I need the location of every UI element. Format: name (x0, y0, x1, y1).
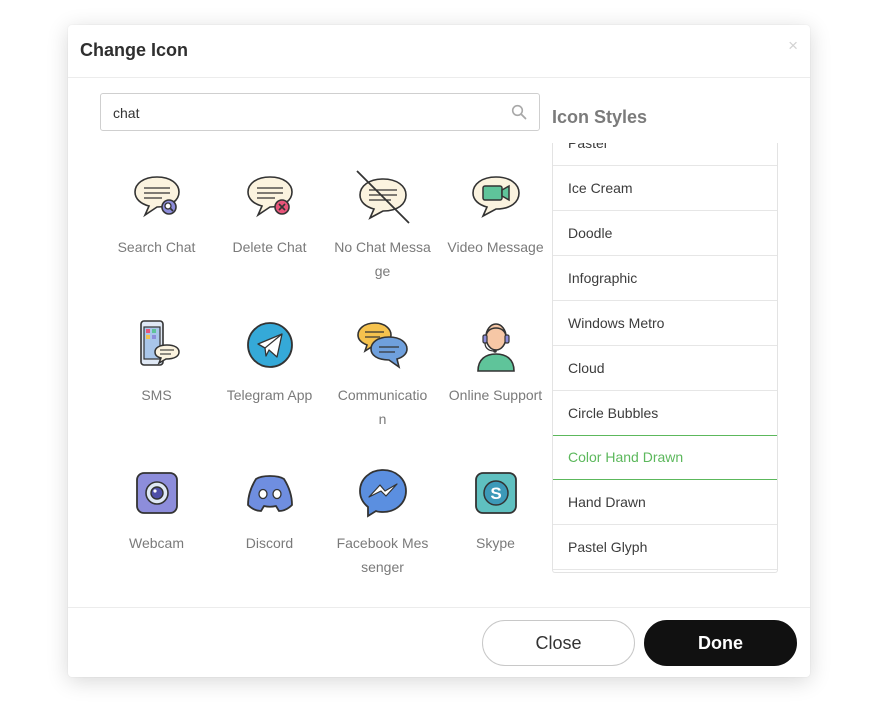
video-message-icon (471, 176, 520, 218)
icon-label: Online Support (448, 387, 543, 403)
icon-label: SMS (141, 387, 172, 403)
icon-styles-title: Icon Styles (552, 107, 648, 127)
style-item-pastel[interactable]: Pastel (553, 143, 777, 166)
icon-result-skype[interactable]: S Skype (439, 459, 552, 607)
style-item-doodle[interactable]: Doodle (553, 211, 777, 256)
icon-result-discord[interactable]: Discord (213, 459, 326, 607)
delete-chat-icon (246, 176, 293, 218)
icon-result-search-chat[interactable]: Search Chat (100, 163, 213, 311)
icon-label: Telegram App (226, 387, 313, 403)
icon-label: No Chat Message (334, 239, 431, 279)
sms-icon (139, 320, 180, 366)
icon-results-grid: Search Chat Delete Chat No Chat Message … (100, 163, 552, 607)
icon-label: Search Chat (117, 239, 196, 255)
icon-result-video-message[interactable]: Video Message (439, 163, 552, 311)
icon-result-telegram-app[interactable]: Telegram App (213, 311, 326, 459)
style-item-color-hand-drawn[interactable]: Color Hand Drawn (553, 435, 777, 480)
no-chat-message-icon (355, 170, 410, 224)
icon-label: Communication (337, 387, 428, 427)
close-icon[interactable]: × (788, 36, 798, 56)
change-icon-dialog: Change Icon × Search Chat (68, 25, 810, 677)
icon-result-sms[interactable]: SMS (100, 311, 213, 459)
icon-result-delete-chat[interactable]: Delete Chat (213, 163, 326, 311)
icon-label: Skype (476, 535, 515, 551)
webcam-icon (135, 472, 178, 514)
icon-styles-scroll-content: Pastel Ice Cream Doodle Infographic Wind… (553, 143, 777, 570)
svg-text:S: S (490, 484, 501, 503)
search-icon[interactable] (511, 104, 527, 120)
dialog-title: Change Icon (80, 40, 189, 60)
dialog-footer: Close Done (68, 607, 810, 678)
style-item-pastel-glyph[interactable]: Pastel Glyph (553, 525, 777, 570)
search-input[interactable] (113, 103, 493, 123)
icon-result-no-chat-message[interactable]: No Chat Message (326, 163, 439, 311)
icon-label: Discord (245, 535, 294, 551)
done-button[interactable]: Done (644, 620, 797, 666)
icon-label: Facebook Messenger (336, 535, 429, 575)
icon-label: Video Message (447, 239, 544, 255)
icon-result-facebook-messenger[interactable]: Facebook Messenger (326, 459, 439, 607)
icon-styles-list[interactable]: Pastel Ice Cream Doodle Infographic Wind… (552, 143, 778, 573)
search-box (100, 93, 540, 131)
online-support-icon (476, 323, 515, 372)
style-item-windows-metro[interactable]: Windows Metro (553, 301, 777, 346)
icon-result-communication[interactable]: Communication (326, 311, 439, 459)
search-chat-icon (133, 176, 180, 218)
icon-result-online-support[interactable]: Online Support (439, 311, 552, 459)
facebook-messenger-icon (358, 469, 407, 518)
icon-label: Delete Chat (232, 239, 307, 255)
skype-icon: S (474, 472, 517, 514)
icon-result-webcam[interactable]: Webcam (100, 459, 213, 607)
discord-icon (246, 475, 293, 512)
style-item-hand-drawn[interactable]: Hand Drawn (553, 480, 777, 525)
style-item-ice-cream[interactable]: Ice Cream (553, 166, 777, 211)
communication-icon (356, 322, 408, 369)
icon-label: Webcam (129, 535, 184, 551)
style-item-infographic[interactable]: Infographic (553, 256, 777, 301)
style-item-circle-bubbles[interactable]: Circle Bubbles (553, 391, 777, 436)
telegram-icon (246, 322, 293, 368)
dialog-header: Change Icon × (68, 25, 810, 78)
style-item-cloud[interactable]: Cloud (553, 346, 777, 391)
close-button[interactable]: Close (482, 620, 635, 666)
